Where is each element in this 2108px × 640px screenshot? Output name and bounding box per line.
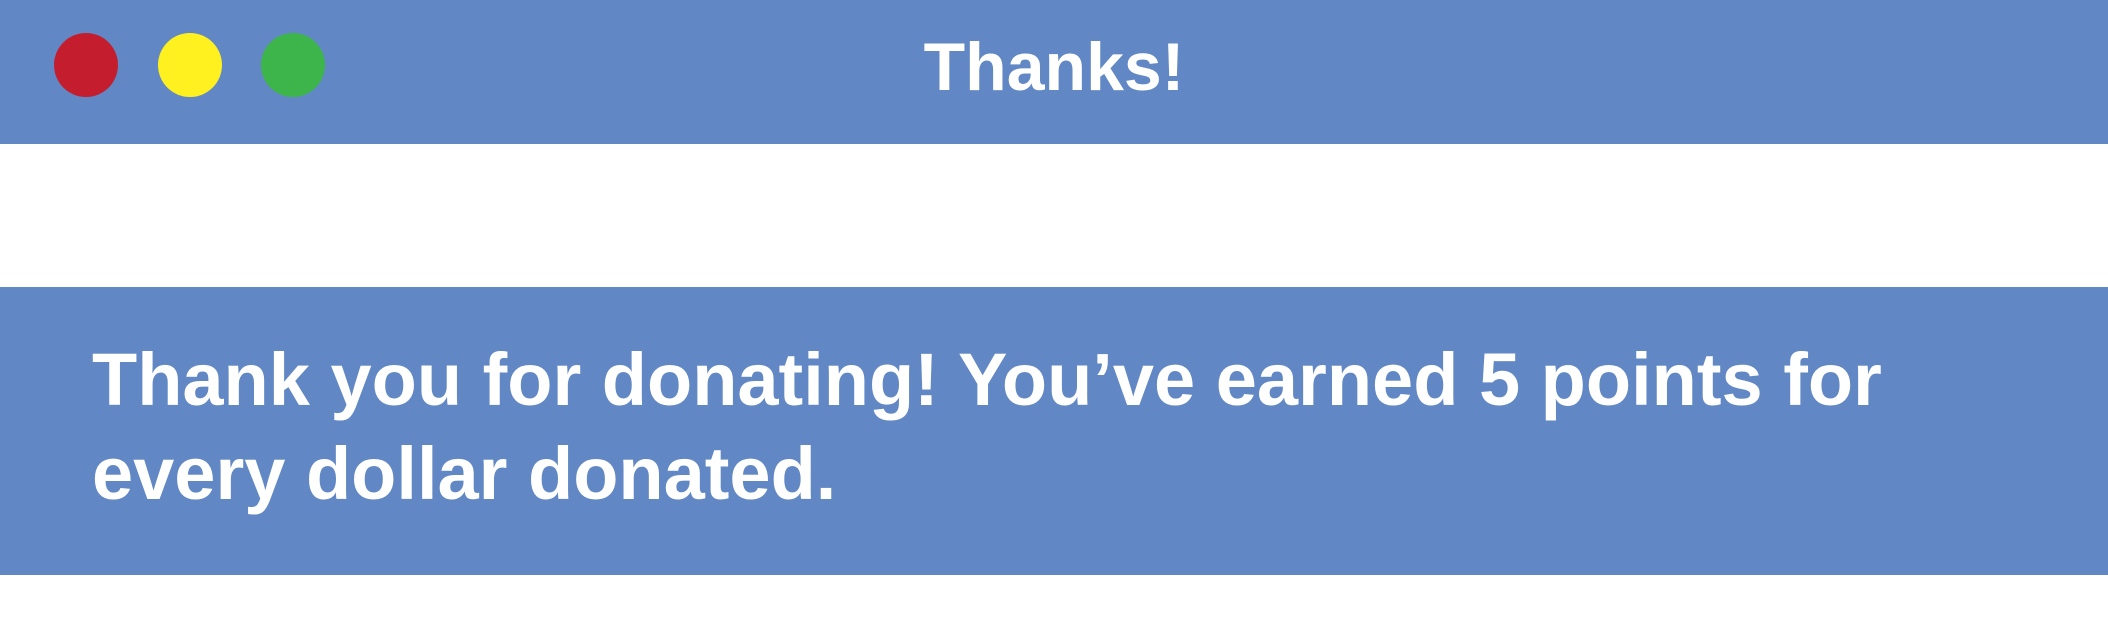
- title-bar: Thanks!: [0, 0, 2108, 144]
- thank-you-banner: Thank you for donating! You’ve earned 5 …: [0, 287, 2108, 575]
- thanks-window: Thanks! Thank you for donating! You’ve e…: [0, 0, 2108, 640]
- window-title: Thanks!: [923, 29, 1185, 105]
- thank-you-message: Thank you for donating! You’ve earned 5 …: [92, 338, 1882, 515]
